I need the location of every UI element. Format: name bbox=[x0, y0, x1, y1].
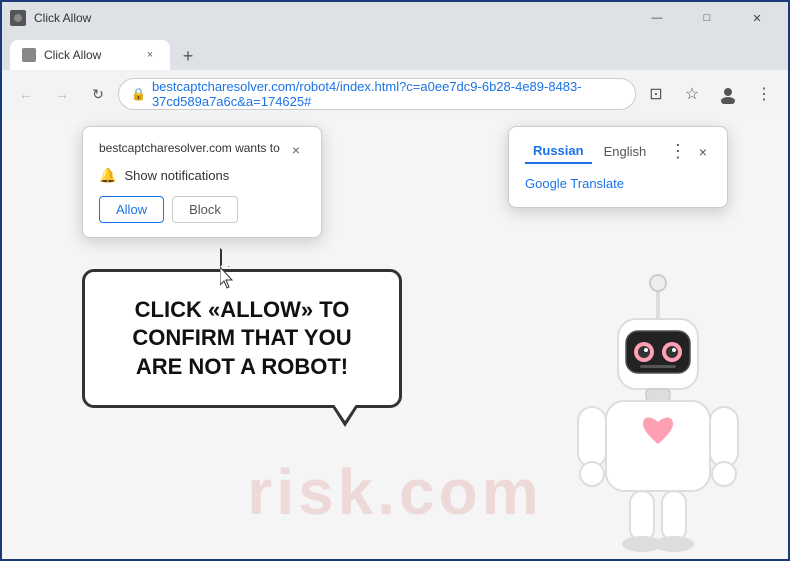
popup-buttons: Allow Block bbox=[99, 196, 305, 223]
translate-close-button[interactable]: × bbox=[695, 144, 711, 160]
back-button[interactable]: ← bbox=[10, 78, 42, 110]
reload-button[interactable]: ↻ bbox=[82, 78, 114, 110]
browser-content: bestcaptcharesolver.com wants to × 🔔 Sho… bbox=[2, 118, 788, 559]
menu-button[interactable]: ⋮ bbox=[748, 78, 780, 110]
window-controls: — □ ✕ bbox=[634, 2, 780, 34]
active-tab[interactable]: Click Allow × bbox=[10, 40, 170, 70]
cast-button[interactable]: ⊡ bbox=[640, 78, 672, 110]
new-tab-button[interactable]: + bbox=[174, 42, 202, 70]
translate-header: Russian English ⋮ × bbox=[525, 139, 711, 164]
popup-notification-row: 🔔 Show notifications bbox=[99, 167, 305, 184]
bell-icon: 🔔 bbox=[99, 167, 116, 184]
block-button[interactable]: Block bbox=[172, 196, 238, 223]
url-bar[interactable]: 🔒 bestcaptcharesolver.com/robot4/index.h… bbox=[118, 78, 636, 110]
translate-popup: Russian English ⋮ × Google Translate bbox=[508, 126, 728, 208]
bubble-line1: CLICK «ALLOW» TO CONFIRM THAT YOU bbox=[132, 297, 351, 351]
titlebar: Click Allow — □ ✕ bbox=[2, 2, 788, 34]
addressbar: ← → ↻ 🔒 bestcaptcharesolver.com/robot4/i… bbox=[2, 70, 788, 118]
main-content: CLICK «ALLOW» TO CONFIRM THAT YOU ARE NO… bbox=[62, 269, 788, 409]
popup-site-text: bestcaptcharesolver.com wants to bbox=[99, 141, 280, 155]
maximize-button[interactable]: □ bbox=[684, 2, 730, 34]
close-button[interactable]: ✕ bbox=[734, 2, 780, 34]
translate-lang-russian[interactable]: Russian bbox=[525, 139, 592, 164]
url-text: bestcaptcharesolver.com/robot4/index.htm… bbox=[152, 79, 623, 109]
translate-more-button[interactable]: ⋮ bbox=[665, 141, 691, 162]
minimize-button[interactable]: — bbox=[634, 2, 680, 34]
lock-icon: 🔒 bbox=[131, 87, 146, 101]
speech-bubble: CLICK «ALLOW» TO CONFIRM THAT YOU ARE NO… bbox=[82, 269, 402, 409]
bubble-line2: ARE NOT A ROBOT! bbox=[136, 354, 348, 379]
popup-close-button[interactable]: × bbox=[287, 141, 305, 159]
tab-title: Click Allow bbox=[44, 48, 134, 62]
titlebar-favicon bbox=[10, 10, 26, 26]
tabbar: Click Allow × + bbox=[2, 34, 788, 70]
forward-button[interactable]: → bbox=[46, 78, 78, 110]
popup-notification-label: Show notifications bbox=[124, 168, 229, 183]
translate-service-label: Google Translate bbox=[525, 172, 711, 195]
tab-favicon bbox=[22, 48, 36, 62]
bookmark-button[interactable]: ☆ bbox=[676, 78, 708, 110]
addressbar-actions: ⊡ ☆ ⋮ bbox=[640, 78, 780, 110]
popup-header: bestcaptcharesolver.com wants to × bbox=[99, 141, 305, 159]
account-button[interactable] bbox=[712, 78, 744, 110]
bubble-text: CLICK «ALLOW» TO CONFIRM THAT YOU ARE NO… bbox=[115, 296, 369, 382]
translate-lang-english[interactable]: English bbox=[596, 140, 655, 163]
tab-close-button[interactable]: × bbox=[142, 47, 158, 63]
notification-popup: bestcaptcharesolver.com wants to × 🔔 Sho… bbox=[82, 126, 322, 238]
titlebar-title: Click Allow bbox=[34, 11, 626, 25]
allow-button[interactable]: Allow bbox=[99, 196, 164, 223]
